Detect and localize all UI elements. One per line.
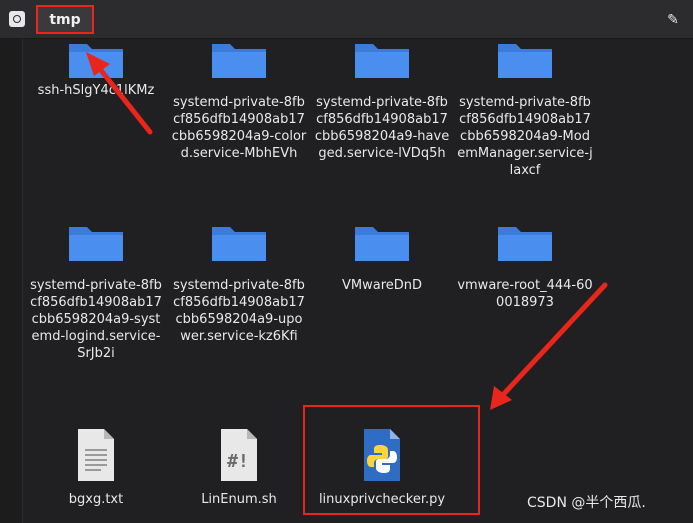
arrow-head <box>86 52 110 76</box>
arrow-line <box>93 61 153 135</box>
annotation-arrows <box>86 52 608 410</box>
arrow-line <box>497 282 608 401</box>
watermark: CSDN @半个西瓜. <box>527 495 646 511</box>
